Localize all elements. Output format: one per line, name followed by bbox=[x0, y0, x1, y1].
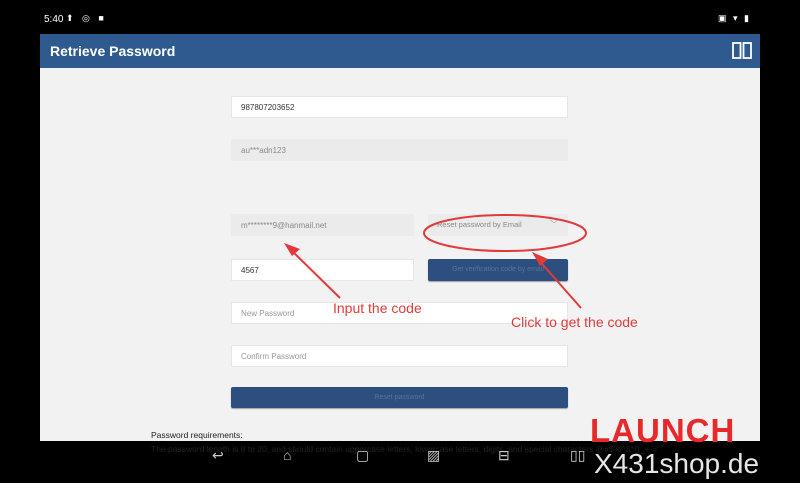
app-bar: Retrieve Password bbox=[40, 34, 760, 68]
split-screen-icon[interactable] bbox=[732, 42, 752, 59]
form-area: 987807203652 au***adn123 m********9@hanm… bbox=[40, 68, 760, 454]
phone-field[interactable]: 987807203652 bbox=[231, 96, 568, 118]
system-nav-bar: ↩ ⌂ ▢ ▨ ⊟ ▯▯ bbox=[180, 440, 640, 470]
reset-method-select[interactable]: Reset password by Email ﹀ bbox=[428, 214, 568, 236]
home-icon[interactable]: ⌂ bbox=[283, 447, 291, 463]
username-field: au***adn123 bbox=[231, 139, 568, 161]
vci-icon[interactable]: ⊟ bbox=[498, 447, 510, 464]
app-screen: Retrieve Password 987807203652 au***adn1… bbox=[40, 34, 760, 454]
chevron-down-icon: ﹀ bbox=[550, 220, 558, 229]
notification-icons: ⬆ ◎ ■ bbox=[66, 13, 107, 23]
page-title: Retrieve Password bbox=[50, 43, 176, 59]
reset-password-button[interactable]: Reset password bbox=[231, 387, 568, 408]
system-status-icons: ▣ ▾ ▮ bbox=[718, 13, 751, 23]
annotation-input-code: Input the code bbox=[333, 300, 422, 316]
launch-logo: LAUNCH bbox=[590, 412, 736, 449]
get-verification-code-button[interactable]: Get verification code by email bbox=[428, 259, 568, 281]
reset-method-label: Reset password by Email bbox=[437, 220, 522, 229]
email-field: m********9@hanmail.net bbox=[231, 214, 414, 236]
annotation-click-code: Click to get the code bbox=[511, 314, 638, 330]
split-screen-nav-icon[interactable]: ▯▯ bbox=[570, 447, 585, 464]
requirements-title: Password requirements: bbox=[151, 430, 243, 440]
recent-apps-icon[interactable]: ▢ bbox=[356, 447, 369, 464]
verification-code-field[interactable]: 4567 bbox=[231, 259, 414, 281]
site-watermark: X431shop.de bbox=[594, 448, 760, 479]
back-icon[interactable]: ↩ bbox=[212, 447, 224, 464]
screenshot-icon[interactable]: ▨ bbox=[427, 447, 440, 464]
status-time: 5:40 bbox=[44, 14, 64, 25]
confirm-password-field[interactable]: Confirm Password bbox=[231, 345, 568, 367]
